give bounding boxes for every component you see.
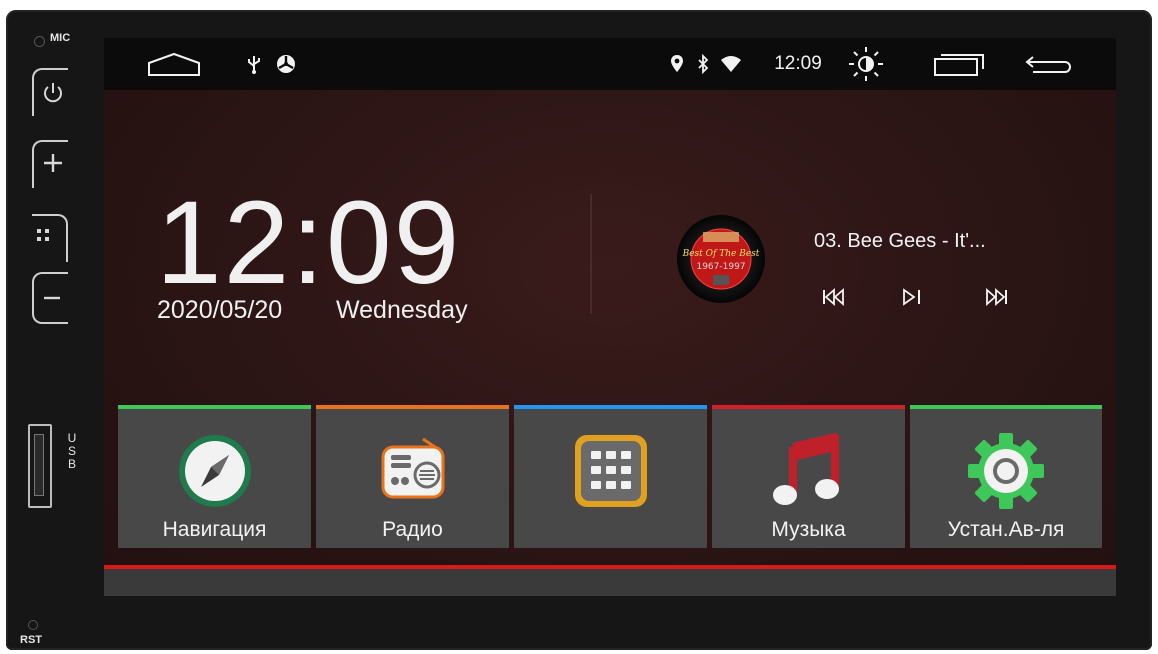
plus-icon — [44, 154, 62, 172]
back-button[interactable] — [1020, 38, 1080, 90]
recent-apps-button[interactable] — [930, 38, 988, 90]
power-button[interactable] — [32, 68, 68, 116]
wifi-status — [718, 38, 744, 90]
status-time: 12:09 — [774, 53, 822, 74]
brightness-icon — [849, 47, 883, 81]
tile-label: Музыка — [771, 518, 846, 541]
svg-text:Best Of The Best: Best Of The Best — [682, 249, 760, 259]
volume-up-button[interactable] — [32, 140, 68, 188]
app-tile-music[interactable]: Музыка — [712, 405, 905, 548]
next-icon — [986, 288, 1007, 306]
next-track-button[interactable] — [976, 282, 1016, 312]
power-icon — [44, 83, 62, 103]
brightness-button[interactable] — [844, 38, 888, 90]
tile-label: Радио — [382, 518, 443, 541]
recent-apps-icon — [934, 54, 984, 76]
home-button[interactable] — [144, 38, 204, 90]
dots-grid-icon — [37, 229, 49, 241]
tile-strip — [712, 405, 905, 409]
tile-strip — [910, 405, 1102, 409]
location-icon — [671, 55, 683, 72]
bluetooth-status — [692, 38, 714, 90]
head-unit-bezel: MIC USB RST 12:09 12:09 2020/05/20 Wedne… — [6, 10, 1152, 650]
tile-label: Навигация — [162, 518, 267, 541]
app-tile-settings[interactable]: Устан.Ав-ля — [910, 405, 1102, 548]
music-note-icon — [772, 433, 839, 505]
settings-gear-icon — [968, 433, 1044, 509]
widget-divider — [590, 194, 592, 314]
minus-icon — [44, 296, 60, 300]
clock-date: 2020/05/20 — [157, 296, 283, 324]
touch-screen: 12:09 12:09 2020/05/20 Wednesday Best Of… — [104, 38, 1116, 596]
tile-strip — [514, 405, 707, 409]
usb-label-text: USB — [67, 431, 77, 471]
location-status — [666, 38, 688, 90]
home-icon — [148, 52, 200, 76]
reset-hole[interactable] — [28, 620, 38, 630]
usb-status — [242, 38, 266, 90]
menu-button[interactable] — [32, 214, 68, 262]
bluetooth-icon — [698, 54, 709, 74]
vinyl-record-icon: Best Of The Best 1967-1997 — [677, 215, 765, 303]
app-tile-radio[interactable]: Радио — [316, 405, 509, 548]
wifi-icon — [721, 56, 741, 72]
app-grid-icon — [574, 435, 647, 507]
usb-label: USB — [66, 432, 78, 471]
app-tile-apps[interactable] — [514, 405, 707, 548]
bottom-bar — [104, 569, 1116, 596]
album-art[interactable]: Best Of The Best 1967-1997 — [653, 215, 789, 303]
clock-weekday: Wednesday — [336, 296, 468, 324]
radio-icon — [381, 437, 444, 499]
tile-label: Устан.Ав-ля — [947, 518, 1065, 541]
tile-strip — [118, 405, 311, 409]
usb-port-slot — [34, 434, 44, 496]
status-bar: 12:09 — [104, 38, 1116, 90]
mic-hole — [34, 36, 45, 47]
usb-icon — [248, 56, 260, 74]
volume-down-button[interactable] — [32, 272, 68, 324]
previous-icon — [823, 288, 844, 306]
tile-strip — [316, 405, 509, 409]
back-icon — [1025, 56, 1071, 73]
clock-time: 12:09 — [156, 177, 462, 309]
mic-label: MIC — [50, 32, 71, 44]
previous-track-button[interactable] — [814, 282, 854, 312]
play-pause-button[interactable] — [892, 282, 932, 312]
app-tile-navigation[interactable]: Навигация — [118, 405, 311, 548]
svg-text:1967-1997: 1967-1997 — [696, 262, 745, 272]
fan-status — [272, 38, 300, 90]
track-title: 03. Bee Gees - It'... — [814, 230, 986, 252]
play-pause-icon — [903, 288, 920, 306]
rst-label: RST — [20, 634, 42, 646]
fan-icon — [277, 55, 295, 73]
compass-icon — [178, 435, 251, 507]
usb-port — [28, 424, 52, 508]
